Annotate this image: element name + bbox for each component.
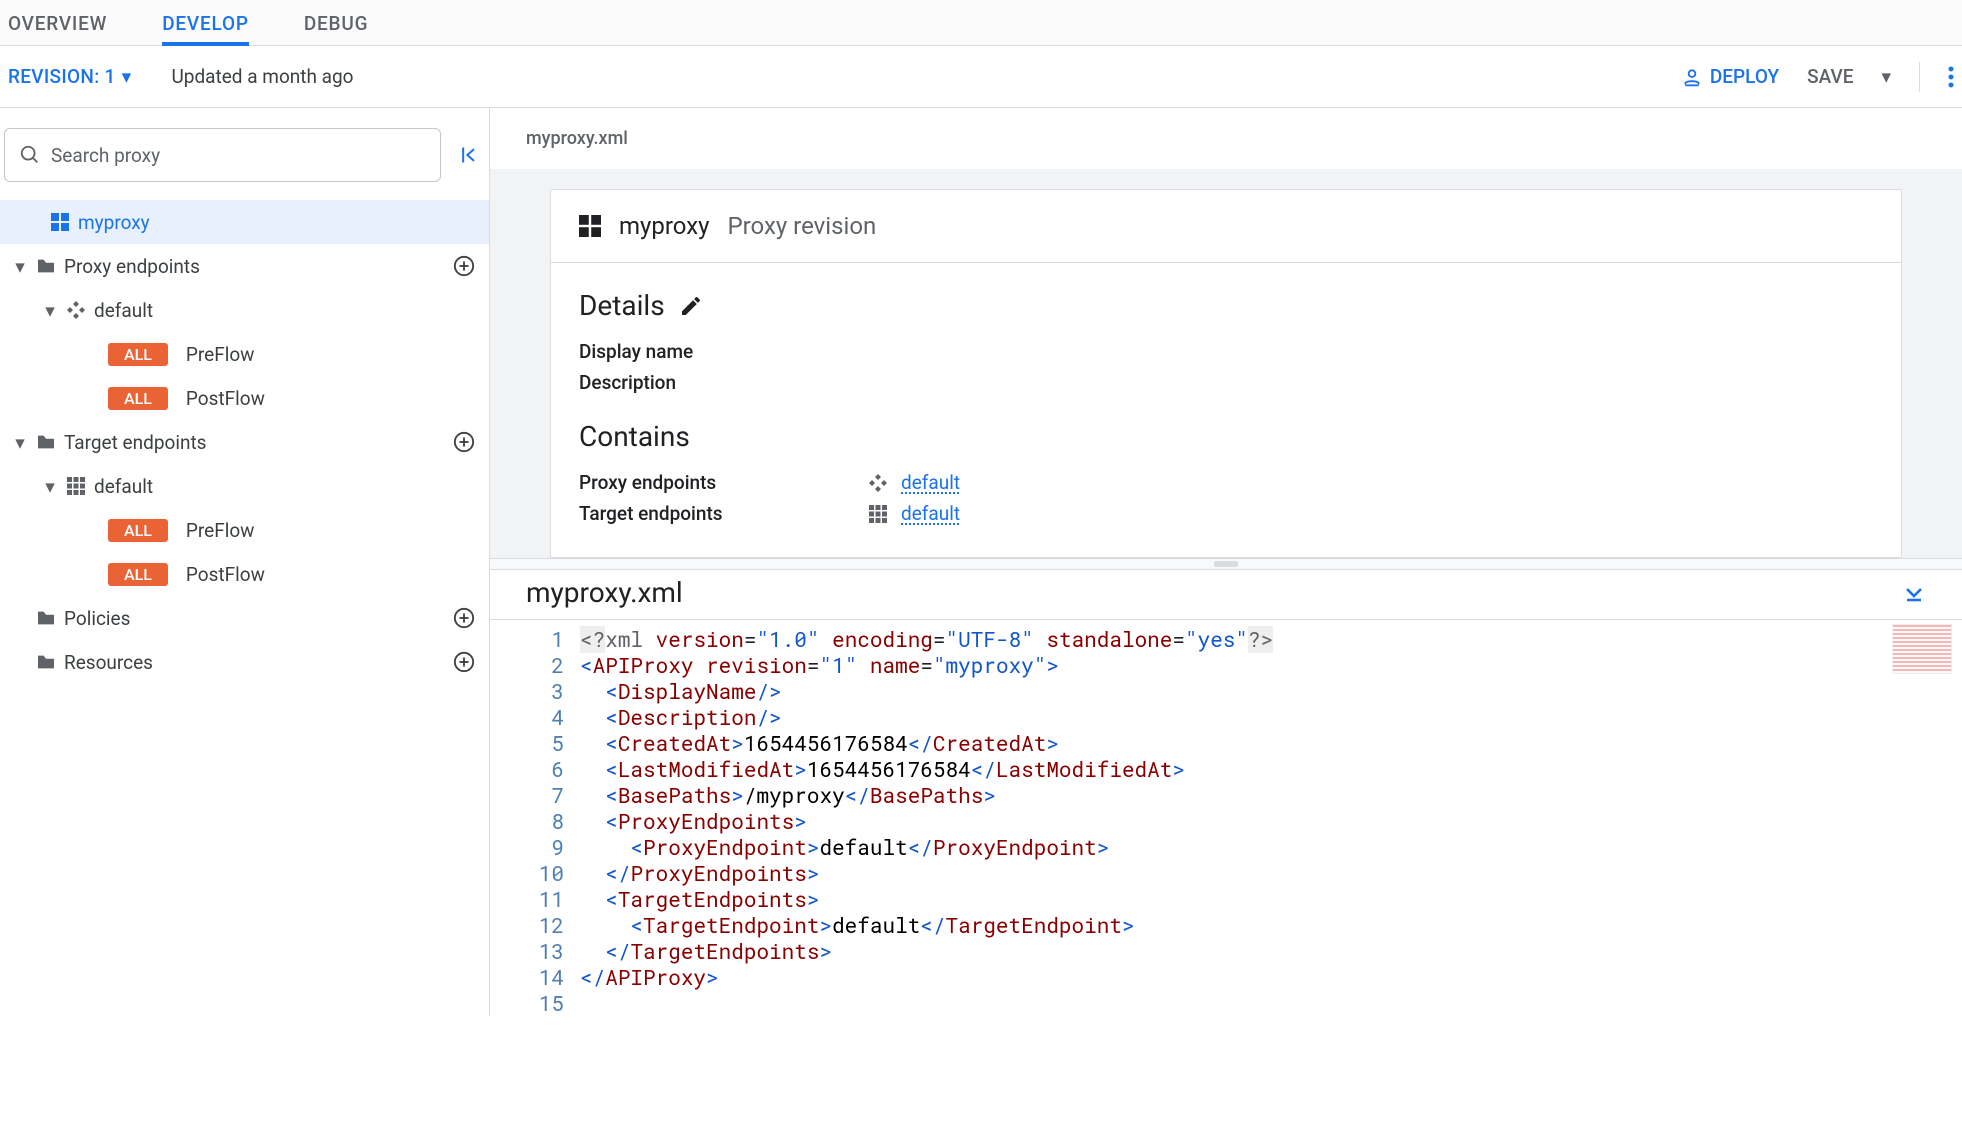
- bundle-icon: [579, 215, 601, 237]
- collapse-sidebar-icon[interactable]: [459, 145, 479, 165]
- display-name-label: Display name: [579, 340, 789, 363]
- tree-proxy-preflow[interactable]: ALL PreFlow: [0, 332, 489, 376]
- folder-icon: [34, 434, 58, 450]
- all-badge: ALL: [108, 343, 168, 366]
- deploy-icon: [1682, 67, 1702, 87]
- add-resource-button[interactable]: [453, 651, 475, 673]
- target-endpoint-link[interactable]: default: [901, 502, 960, 525]
- add-proxy-endpoint-button[interactable]: [453, 255, 475, 277]
- tree-proxy-default[interactable]: ▾ default: [0, 288, 489, 332]
- target-icon: [64, 477, 88, 495]
- top-tabs: OVERVIEW DEVELOP DEBUG: [0, 0, 1962, 46]
- all-badge: ALL: [108, 563, 168, 586]
- save-dropdown[interactable]: ▾: [1881, 65, 1891, 88]
- pencil-icon: [679, 294, 703, 318]
- expand-icon: ▾: [6, 255, 34, 278]
- endpoint-icon: [64, 301, 88, 319]
- tree-proxy-postflow[interactable]: ALL PostFlow: [0, 376, 489, 420]
- revision-label: REVISION: 1: [8, 65, 116, 88]
- tree-label: PostFlow: [186, 563, 265, 586]
- proxy-navigator: Search proxy myproxy ▾ Proxy endpoints: [0, 108, 490, 1016]
- proxy-name: myproxy: [619, 212, 709, 240]
- add-target-endpoint-button[interactable]: [453, 431, 475, 453]
- tree-root-label: myproxy: [78, 211, 150, 234]
- tree-target-default[interactable]: ▾ default: [0, 464, 489, 508]
- edit-details-button[interactable]: [679, 294, 703, 318]
- target-endpoints-label: Target endpoints: [579, 502, 789, 525]
- updated-text: Updated a month ago: [171, 65, 353, 88]
- endpoint-icon: [869, 474, 887, 492]
- kebab-icon: [1948, 65, 1954, 89]
- add-policy-button[interactable]: [453, 607, 475, 629]
- proxy-endpoint-link[interactable]: default: [901, 471, 960, 494]
- detail-card: myproxy Proxy revision Details Display n…: [550, 189, 1902, 558]
- target-icon: [869, 505, 887, 523]
- content-pane: myproxy.xml myproxy Proxy revision Detai…: [490, 108, 1962, 1016]
- all-badge: ALL: [108, 387, 168, 410]
- folder-icon: [34, 610, 58, 626]
- tree-policies[interactable]: Policies: [0, 596, 489, 640]
- description-label: Description: [579, 371, 789, 394]
- tree-proxy-endpoints[interactable]: ▾ Proxy endpoints: [0, 244, 489, 288]
- all-badge: ALL: [108, 519, 168, 542]
- save-button[interactable]: SAVE: [1807, 65, 1853, 88]
- tree-label: PreFlow: [186, 519, 255, 542]
- bundle-icon: [48, 213, 72, 231]
- tab-develop[interactable]: DEVELOP: [162, 0, 249, 46]
- tree-root-myproxy[interactable]: myproxy: [0, 200, 489, 244]
- code-content[interactable]: <?xml version="1.0" encoding="UTF-8" sta…: [580, 626, 1962, 1016]
- deploy-button[interactable]: DEPLOY: [1682, 65, 1779, 88]
- tab-debug[interactable]: DEBUG: [304, 0, 369, 45]
- expand-icon: ▾: [36, 475, 64, 498]
- revision-selector[interactable]: REVISION: 1 ▾: [8, 65, 131, 88]
- folder-icon: [34, 258, 58, 274]
- expand-icon: ▾: [6, 431, 34, 454]
- tree-target-preflow[interactable]: ALL PreFlow: [0, 508, 489, 552]
- contains-heading: Contains: [579, 420, 690, 453]
- separator: [1919, 62, 1920, 92]
- tree-label: Proxy endpoints: [64, 255, 200, 278]
- proxy-tree: myproxy ▾ Proxy endpoints ▾ default: [0, 200, 489, 684]
- tree-target-postflow[interactable]: ALL PostFlow: [0, 552, 489, 596]
- tree-label: PostFlow: [186, 387, 265, 410]
- more-menu[interactable]: [1948, 65, 1954, 89]
- breadcrumb: myproxy.xml: [490, 108, 1962, 169]
- chevron-down-icon: [1902, 581, 1926, 605]
- tree-label: PreFlow: [186, 343, 255, 366]
- editor-header: myproxy.xml: [490, 570, 1962, 619]
- line-numbers: 123456789101112131415: [490, 626, 580, 1016]
- editor-filename: myproxy.xml: [526, 576, 683, 609]
- tree-target-endpoints[interactable]: ▾ Target endpoints: [0, 420, 489, 464]
- tab-overview[interactable]: OVERVIEW: [8, 0, 107, 45]
- tree-resources[interactable]: Resources: [0, 640, 489, 684]
- tree-label: Policies: [64, 607, 130, 630]
- details-heading: Details: [579, 289, 665, 322]
- search-icon: [19, 144, 41, 166]
- tree-label: Resources: [64, 651, 153, 674]
- proxy-subtitle: Proxy revision: [727, 212, 876, 240]
- chevron-down-icon: ▾: [122, 65, 132, 88]
- minimap[interactable]: [1892, 624, 1952, 674]
- expand-icon: ▾: [36, 299, 64, 322]
- resize-handle[interactable]: [490, 558, 1962, 570]
- revision-bar: REVISION: 1 ▾ Updated a month ago DEPLOY…: [0, 46, 1962, 108]
- deploy-label: DEPLOY: [1710, 65, 1779, 88]
- search-placeholder: Search proxy: [51, 144, 160, 167]
- tree-label: Target endpoints: [64, 431, 206, 454]
- proxy-endpoints-label: Proxy endpoints: [579, 471, 789, 494]
- collapse-editor-button[interactable]: [1902, 581, 1926, 605]
- xml-editor[interactable]: 123456789101112131415 <?xml version="1.0…: [490, 619, 1962, 1016]
- tree-label: default: [94, 299, 153, 322]
- tree-label: default: [94, 475, 153, 498]
- search-proxy-input[interactable]: Search proxy: [4, 128, 441, 182]
- folder-icon: [34, 654, 58, 670]
